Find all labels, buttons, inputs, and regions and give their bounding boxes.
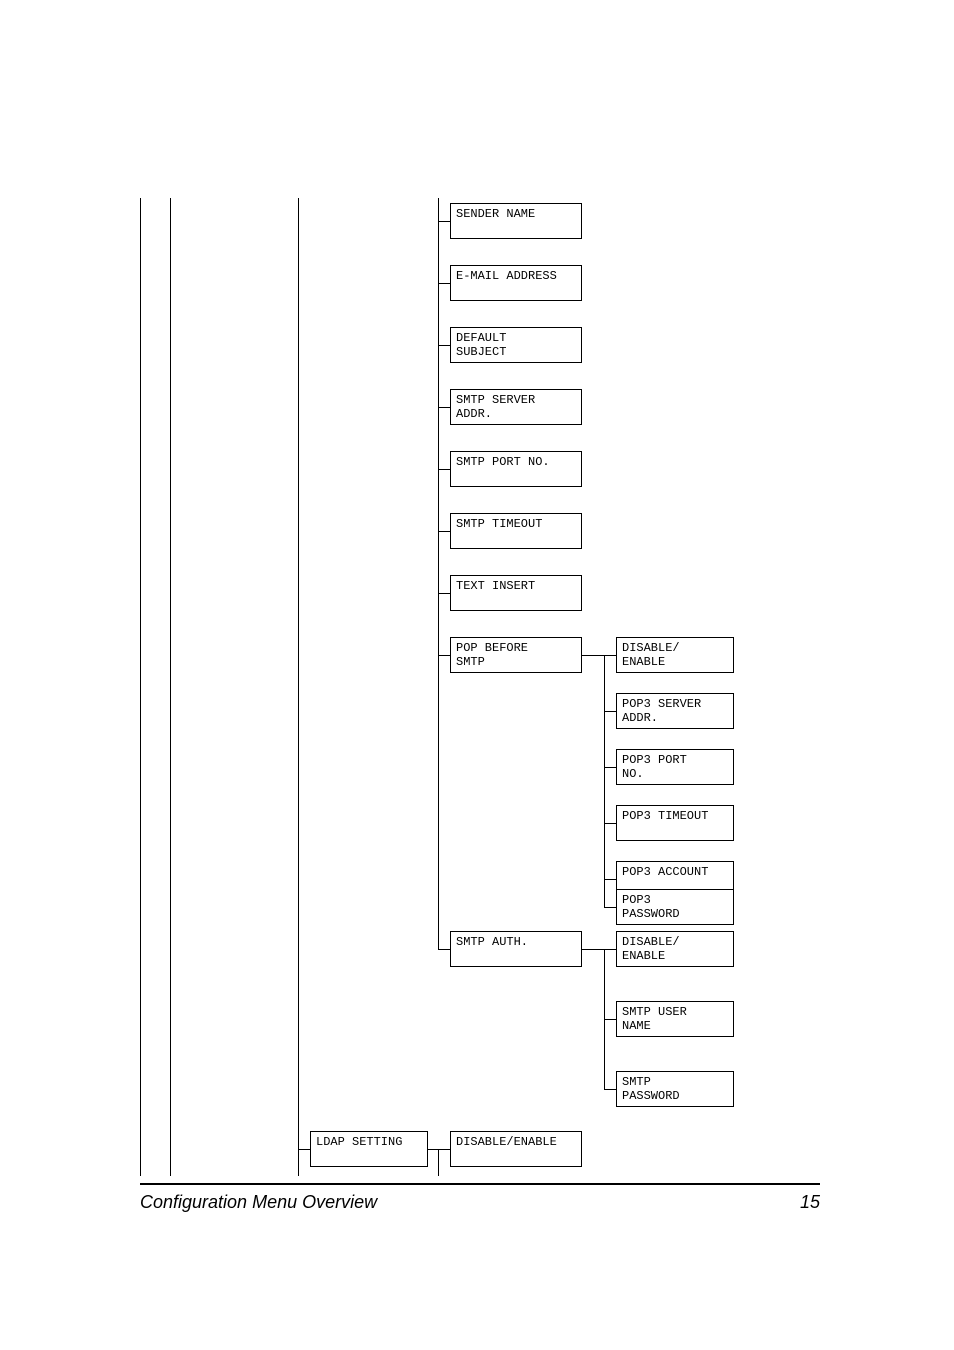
connector (298, 1149, 310, 1150)
label: POP3 SERVER ADDR. (622, 697, 701, 725)
connector (438, 345, 450, 346)
connector (438, 949, 450, 950)
label: E-MAIL ADDRESS (456, 269, 557, 283)
connector (604, 1089, 616, 1090)
label: DISABLE/ENABLE (456, 1135, 557, 1149)
box-pop3-port-no: POP3 PORT NO. (616, 749, 734, 785)
label: DISABLE/ ENABLE (622, 641, 680, 669)
tree-diagram: SENDER NAME E-MAIL ADDRESS DEFAULT SUBJE… (140, 198, 820, 1176)
label: SMTP PASSWORD (622, 1075, 680, 1103)
label: POP3 PASSWORD (622, 893, 680, 921)
connector (604, 949, 616, 950)
tree-ancestor-line-3 (298, 198, 299, 1176)
connector (582, 949, 604, 950)
connector (604, 879, 616, 880)
box-smtp-server-addr: SMTP SERVER ADDR. (450, 389, 582, 425)
connector (428, 1149, 438, 1150)
label: LDAP SETTING (316, 1135, 402, 1149)
box-smtp-auth-disable-enable: DISABLE/ ENABLE (616, 931, 734, 967)
connector (438, 1149, 450, 1150)
box-smtp-port-no: SMTP PORT NO. (450, 451, 582, 487)
label: SMTP SERVER ADDR. (456, 393, 535, 421)
label: POP3 PORT NO. (622, 753, 687, 781)
box-smtp-user-name: SMTP USER NAME (616, 1001, 734, 1037)
box-pop3-server-addr: POP3 SERVER ADDR. (616, 693, 734, 729)
label: TEXT INSERT (456, 579, 535, 593)
box-sender-name: SENDER NAME (450, 203, 582, 239)
box-ldap-disable-enable: DISABLE/ENABLE (450, 1131, 582, 1167)
footer-title: Configuration Menu Overview (140, 1192, 377, 1213)
footer-rule (140, 1183, 820, 1185)
label: DEFAULT SUBJECT (456, 331, 506, 359)
connector (438, 221, 450, 222)
connector (604, 823, 616, 824)
tree-spine-ldap (438, 1149, 439, 1176)
box-default-subject: DEFAULT SUBJECT (450, 327, 582, 363)
connector (438, 593, 450, 594)
label: POP3 ACCOUNT (622, 865, 708, 879)
label: SENDER NAME (456, 207, 535, 221)
connector (604, 655, 616, 656)
tree-ancestor-line-2 (170, 198, 171, 1176)
tree-spine-col3 (438, 198, 439, 949)
box-ldap-setting: LDAP SETTING (310, 1131, 428, 1167)
connector (604, 1019, 616, 1020)
label: SMTP TIMEOUT (456, 517, 542, 531)
box-smtp-password: SMTP PASSWORD (616, 1071, 734, 1107)
box-pop3-password: POP3 PASSWORD (616, 889, 734, 925)
connector (582, 655, 604, 656)
connector (438, 531, 450, 532)
label: POP BEFORE SMTP (456, 641, 528, 669)
label: POP3 TIMEOUT (622, 809, 708, 823)
box-pop-before-smtp: POP BEFORE SMTP (450, 637, 582, 673)
connector (604, 711, 616, 712)
connector (438, 469, 450, 470)
connector (438, 655, 450, 656)
page-number: 15 (800, 1192, 820, 1213)
box-pop-disable-enable: DISABLE/ ENABLE (616, 637, 734, 673)
label: DISABLE/ ENABLE (622, 935, 680, 963)
box-text-insert: TEXT INSERT (450, 575, 582, 611)
tree-spine-pop (604, 655, 605, 907)
connector (604, 767, 616, 768)
box-email-address: E-MAIL ADDRESS (450, 265, 582, 301)
box-smtp-timeout: SMTP TIMEOUT (450, 513, 582, 549)
label: SMTP USER NAME (622, 1005, 687, 1033)
tree-ancestor-line-1 (140, 198, 141, 1176)
label: SMTP AUTH. (456, 935, 528, 949)
connector (604, 907, 616, 908)
connector (438, 283, 450, 284)
label: SMTP PORT NO. (456, 455, 550, 469)
connector (438, 407, 450, 408)
box-smtp-auth: SMTP AUTH. (450, 931, 582, 967)
box-pop3-timeout: POP3 TIMEOUT (616, 805, 734, 841)
